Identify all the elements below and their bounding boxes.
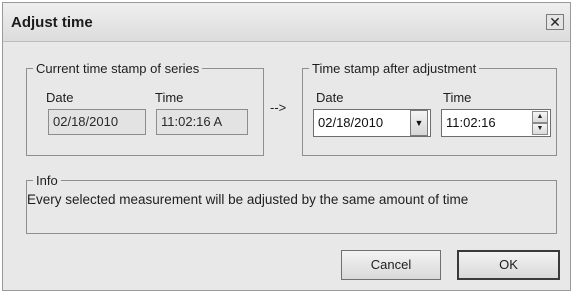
cancel-button[interactable]: Cancel [341,250,441,280]
adjusted-date-label: Date [316,90,344,105]
current-timestamp-legend: Current time stamp of series [36,61,200,76]
chevron-down-icon: ▼ [414,118,424,128]
arrow-label: --> [270,100,287,115]
date-dropdown-button[interactable]: ▼ [410,110,428,136]
adjusted-timestamp-legend: Time stamp after adjustment [312,61,477,76]
adjusted-time-label: Time [443,90,472,105]
adjusted-time-value: 11:02:16 [446,115,496,130]
close-icon: ✕ [549,14,561,30]
dialog-title: Adjust time [11,14,93,31]
spin-down-icon: ▼ [536,125,544,132]
title-bar[interactable]: Adjust time ✕ [3,3,570,42]
time-spin-down-button[interactable]: ▼ [532,123,548,135]
current-time-field: 11:02:16 A [156,109,248,135]
time-spin-up-button[interactable]: ▲ [532,111,548,123]
current-time-label: Time [155,90,184,105]
current-date-label: Date [46,90,74,105]
ok-button[interactable]: OK [457,250,560,280]
adjusted-date-value: 02/18/2010 [318,115,384,130]
info-message: Every selected measurement will be adjus… [27,192,469,207]
current-date-field: 02/18/2010 [48,109,146,135]
adjust-time-dialog: Adjust time ✕ Current time stamp of seri… [2,2,571,291]
info-legend: Info [36,173,58,188]
close-button[interactable]: ✕ [546,14,564,30]
spin-up-icon: ▲ [536,113,544,120]
